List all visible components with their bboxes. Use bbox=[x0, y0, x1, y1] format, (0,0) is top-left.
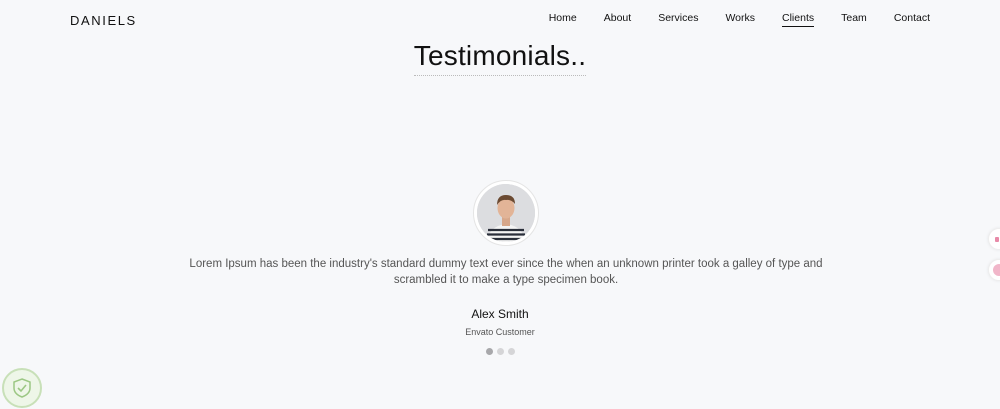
carousel-dot-2[interactable] bbox=[496, 348, 504, 355]
nav-services[interactable]: Services bbox=[658, 12, 698, 27]
site-logo[interactable]: DANIELS bbox=[70, 13, 137, 28]
nav-works[interactable]: Works bbox=[725, 12, 755, 27]
carousel-dot-3[interactable] bbox=[507, 348, 515, 355]
avatar-frame bbox=[473, 180, 539, 246]
carousel-dot-1[interactable] bbox=[485, 348, 493, 355]
nav-contact[interactable]: Contact bbox=[894, 12, 930, 27]
carousel-dots bbox=[0, 348, 1000, 355]
nav-clients[interactable]: Clients bbox=[782, 12, 815, 27]
avatar-photo-icon bbox=[477, 184, 535, 242]
testimonial-quote: Lorem Ipsum has been the industry's stan… bbox=[189, 258, 823, 286]
avatar bbox=[477, 184, 535, 242]
nav-team[interactable]: Team bbox=[841, 12, 867, 27]
testimonial-name: Alex Smith bbox=[471, 307, 529, 321]
shield-check-icon[interactable] bbox=[2, 368, 42, 408]
page: DANIELS Home About Services Works Client… bbox=[0, 0, 1000, 409]
nav-about[interactable]: About bbox=[604, 12, 631, 27]
main-nav: Home About Services Works Clients Team C… bbox=[549, 12, 930, 27]
side-widget-button-2[interactable] bbox=[988, 259, 1000, 281]
testimonial-role: Envato Customer bbox=[465, 327, 535, 337]
side-widget-button-1[interactable] bbox=[988, 228, 1000, 250]
shield-check-glyph bbox=[13, 378, 31, 398]
section-title-wrap: Testimonials.. bbox=[0, 40, 1000, 76]
section-title: Testimonials.. bbox=[413, 40, 587, 76]
nav-home[interactable]: Home bbox=[549, 12, 577, 27]
